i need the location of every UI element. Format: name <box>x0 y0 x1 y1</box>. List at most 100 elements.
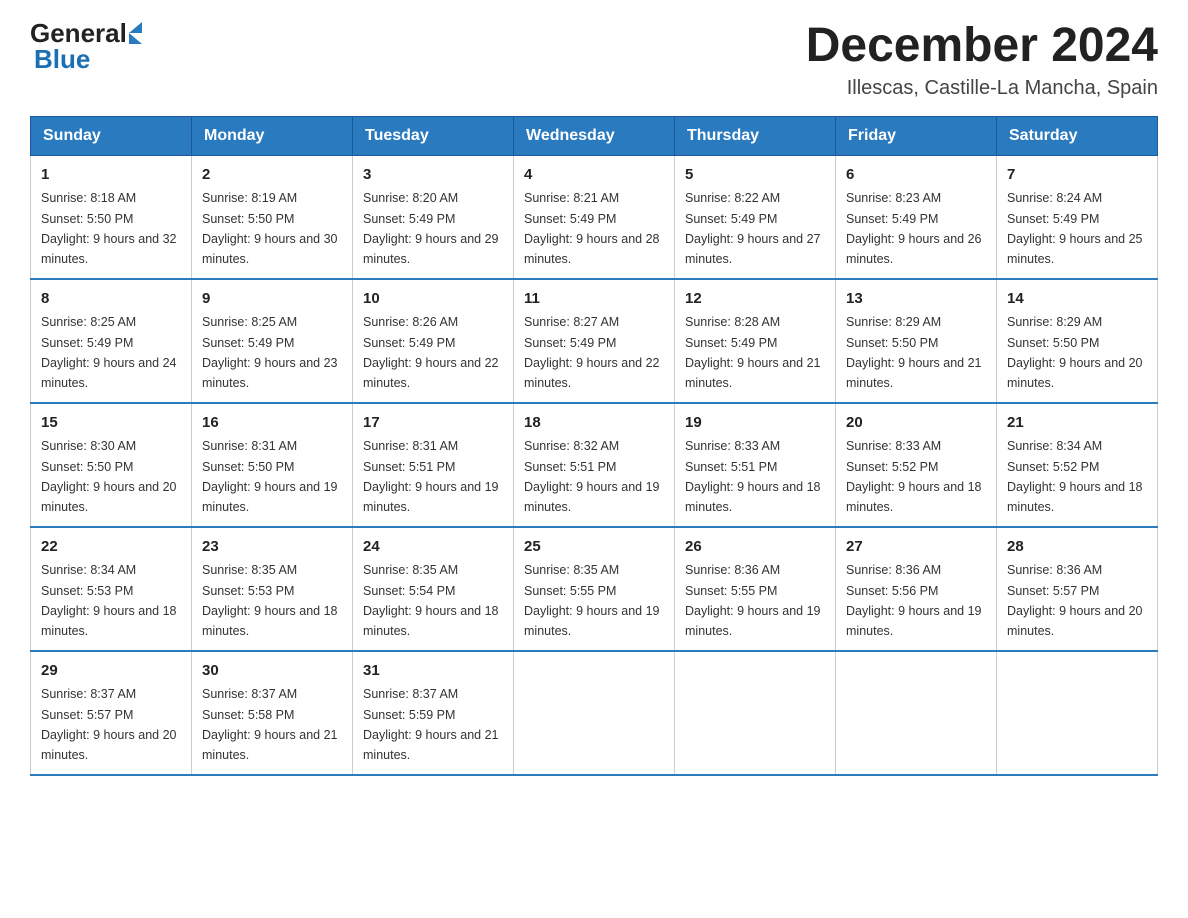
day-info: Sunrise: 8:25 AMSunset: 5:49 PMDaylight:… <box>202 315 338 390</box>
day-number: 8 <box>41 288 181 311</box>
day-info: Sunrise: 8:25 AMSunset: 5:49 PMDaylight:… <box>41 315 177 390</box>
calendar-header-monday: Monday <box>192 116 353 155</box>
calendar-cell: 30 Sunrise: 8:37 AMSunset: 5:58 PMDaylig… <box>192 651 353 775</box>
day-number: 22 <box>41 536 181 559</box>
calendar-cell: 28 Sunrise: 8:36 AMSunset: 5:57 PMDaylig… <box>997 527 1158 651</box>
day-number: 16 <box>202 412 342 435</box>
day-info: Sunrise: 8:18 AMSunset: 5:50 PMDaylight:… <box>41 191 177 266</box>
calendar-cell: 2 Sunrise: 8:19 AMSunset: 5:50 PMDayligh… <box>192 155 353 279</box>
day-info: Sunrise: 8:29 AMSunset: 5:50 PMDaylight:… <box>1007 315 1143 390</box>
day-number: 29 <box>41 660 181 683</box>
calendar-cell: 5 Sunrise: 8:22 AMSunset: 5:49 PMDayligh… <box>675 155 836 279</box>
calendar-cell: 4 Sunrise: 8:21 AMSunset: 5:49 PMDayligh… <box>514 155 675 279</box>
calendar-cell: 23 Sunrise: 8:35 AMSunset: 5:53 PMDaylig… <box>192 527 353 651</box>
calendar-header-sunday: Sunday <box>31 116 192 155</box>
calendar-cell: 17 Sunrise: 8:31 AMSunset: 5:51 PMDaylig… <box>353 403 514 527</box>
calendar-week-row-1: 1 Sunrise: 8:18 AMSunset: 5:50 PMDayligh… <box>31 155 1158 279</box>
day-info: Sunrise: 8:23 AMSunset: 5:49 PMDaylight:… <box>846 191 982 266</box>
day-number: 4 <box>524 164 664 187</box>
calendar-header-friday: Friday <box>836 116 997 155</box>
day-number: 1 <box>41 164 181 187</box>
day-info: Sunrise: 8:20 AMSunset: 5:49 PMDaylight:… <box>363 191 499 266</box>
day-number: 11 <box>524 288 664 311</box>
calendar-cell: 7 Sunrise: 8:24 AMSunset: 5:49 PMDayligh… <box>997 155 1158 279</box>
calendar-cell: 29 Sunrise: 8:37 AMSunset: 5:57 PMDaylig… <box>31 651 192 775</box>
calendar-header-row: SundayMondayTuesdayWednesdayThursdayFrid… <box>31 116 1158 155</box>
day-info: Sunrise: 8:35 AMSunset: 5:53 PMDaylight:… <box>202 563 338 638</box>
main-title: December 2024 <box>806 20 1158 73</box>
day-info: Sunrise: 8:28 AMSunset: 5:49 PMDaylight:… <box>685 315 821 390</box>
calendar-cell <box>997 651 1158 775</box>
day-number: 23 <box>202 536 342 559</box>
calendar-week-row-2: 8 Sunrise: 8:25 AMSunset: 5:49 PMDayligh… <box>31 279 1158 403</box>
calendar-cell: 8 Sunrise: 8:25 AMSunset: 5:49 PMDayligh… <box>31 279 192 403</box>
calendar-header-tuesday: Tuesday <box>353 116 514 155</box>
title-area: December 2024 Illescas, Castille-La Manc… <box>806 20 1158 100</box>
day-info: Sunrise: 8:37 AMSunset: 5:59 PMDaylight:… <box>363 687 499 762</box>
day-number: 15 <box>41 412 181 435</box>
day-number: 7 <box>1007 164 1147 187</box>
calendar-cell: 1 Sunrise: 8:18 AMSunset: 5:50 PMDayligh… <box>31 155 192 279</box>
calendar-cell: 26 Sunrise: 8:36 AMSunset: 5:55 PMDaylig… <box>675 527 836 651</box>
calendar-cell: 20 Sunrise: 8:33 AMSunset: 5:52 PMDaylig… <box>836 403 997 527</box>
calendar-cell: 13 Sunrise: 8:29 AMSunset: 5:50 PMDaylig… <box>836 279 997 403</box>
day-number: 21 <box>1007 412 1147 435</box>
logo-text-general: General <box>30 20 127 46</box>
day-info: Sunrise: 8:29 AMSunset: 5:50 PMDaylight:… <box>846 315 982 390</box>
day-info: Sunrise: 8:26 AMSunset: 5:49 PMDaylight:… <box>363 315 499 390</box>
calendar-cell: 15 Sunrise: 8:30 AMSunset: 5:50 PMDaylig… <box>31 403 192 527</box>
calendar-header-thursday: Thursday <box>675 116 836 155</box>
day-number: 26 <box>685 536 825 559</box>
calendar-cell: 14 Sunrise: 8:29 AMSunset: 5:50 PMDaylig… <box>997 279 1158 403</box>
day-info: Sunrise: 8:32 AMSunset: 5:51 PMDaylight:… <box>524 439 660 514</box>
page-header: General Blue December 2024 Illescas, Cas… <box>30 20 1158 100</box>
day-info: Sunrise: 8:37 AMSunset: 5:57 PMDaylight:… <box>41 687 177 762</box>
day-info: Sunrise: 8:19 AMSunset: 5:50 PMDaylight:… <box>202 191 338 266</box>
day-number: 17 <box>363 412 503 435</box>
day-info: Sunrise: 8:34 AMSunset: 5:53 PMDaylight:… <box>41 563 177 638</box>
calendar-header-saturday: Saturday <box>997 116 1158 155</box>
day-number: 25 <box>524 536 664 559</box>
day-number: 28 <box>1007 536 1147 559</box>
day-info: Sunrise: 8:37 AMSunset: 5:58 PMDaylight:… <box>202 687 338 762</box>
calendar-cell: 19 Sunrise: 8:33 AMSunset: 5:51 PMDaylig… <box>675 403 836 527</box>
day-number: 6 <box>846 164 986 187</box>
day-info: Sunrise: 8:30 AMSunset: 5:50 PMDaylight:… <box>41 439 177 514</box>
day-info: Sunrise: 8:36 AMSunset: 5:57 PMDaylight:… <box>1007 563 1143 638</box>
calendar-cell: 12 Sunrise: 8:28 AMSunset: 5:49 PMDaylig… <box>675 279 836 403</box>
day-number: 31 <box>363 660 503 683</box>
calendar-cell: 24 Sunrise: 8:35 AMSunset: 5:54 PMDaylig… <box>353 527 514 651</box>
calendar-cell: 3 Sunrise: 8:20 AMSunset: 5:49 PMDayligh… <box>353 155 514 279</box>
day-number: 9 <box>202 288 342 311</box>
calendar-week-row-4: 22 Sunrise: 8:34 AMSunset: 5:53 PMDaylig… <box>31 527 1158 651</box>
day-info: Sunrise: 8:27 AMSunset: 5:49 PMDaylight:… <box>524 315 660 390</box>
day-info: Sunrise: 8:24 AMSunset: 5:49 PMDaylight:… <box>1007 191 1143 266</box>
day-number: 3 <box>363 164 503 187</box>
calendar-cell <box>514 651 675 775</box>
calendar-week-row-3: 15 Sunrise: 8:30 AMSunset: 5:50 PMDaylig… <box>31 403 1158 527</box>
day-number: 12 <box>685 288 825 311</box>
calendar-cell <box>675 651 836 775</box>
calendar-cell: 25 Sunrise: 8:35 AMSunset: 5:55 PMDaylig… <box>514 527 675 651</box>
day-info: Sunrise: 8:36 AMSunset: 5:56 PMDaylight:… <box>846 563 982 638</box>
day-number: 20 <box>846 412 986 435</box>
calendar-cell: 10 Sunrise: 8:26 AMSunset: 5:49 PMDaylig… <box>353 279 514 403</box>
day-info: Sunrise: 8:33 AMSunset: 5:51 PMDaylight:… <box>685 439 821 514</box>
day-info: Sunrise: 8:34 AMSunset: 5:52 PMDaylight:… <box>1007 439 1143 514</box>
day-number: 27 <box>846 536 986 559</box>
day-number: 24 <box>363 536 503 559</box>
calendar-header-wednesday: Wednesday <box>514 116 675 155</box>
day-number: 19 <box>685 412 825 435</box>
calendar-cell: 9 Sunrise: 8:25 AMSunset: 5:49 PMDayligh… <box>192 279 353 403</box>
calendar-cell <box>836 651 997 775</box>
calendar-cell: 18 Sunrise: 8:32 AMSunset: 5:51 PMDaylig… <box>514 403 675 527</box>
calendar-cell: 27 Sunrise: 8:36 AMSunset: 5:56 PMDaylig… <box>836 527 997 651</box>
logo-text-blue: Blue <box>34 46 142 72</box>
day-number: 13 <box>846 288 986 311</box>
day-info: Sunrise: 8:31 AMSunset: 5:50 PMDaylight:… <box>202 439 338 514</box>
day-info: Sunrise: 8:33 AMSunset: 5:52 PMDaylight:… <box>846 439 982 514</box>
calendar-cell: 6 Sunrise: 8:23 AMSunset: 5:49 PMDayligh… <box>836 155 997 279</box>
calendar-cell: 21 Sunrise: 8:34 AMSunset: 5:52 PMDaylig… <box>997 403 1158 527</box>
day-number: 5 <box>685 164 825 187</box>
day-info: Sunrise: 8:21 AMSunset: 5:49 PMDaylight:… <box>524 191 660 266</box>
